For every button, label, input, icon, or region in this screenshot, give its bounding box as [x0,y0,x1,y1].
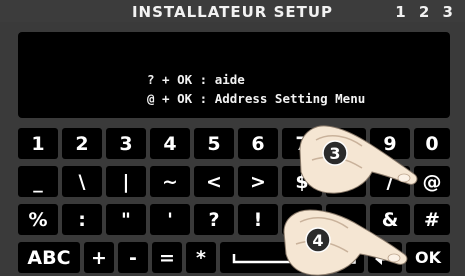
key-5[interactable]: 5 [194,128,234,159]
key-exclamation[interactable]: ! [238,204,278,235]
backspace-icon [341,250,359,266]
key-less-than[interactable]: < [194,166,234,197]
key-dollar[interactable]: $ [282,166,322,197]
help-line-aide: ? + OK : aide [147,72,245,87]
key-1[interactable]: 1 [18,128,58,159]
key-apostrophe[interactable]: ' [150,204,190,235]
key-7[interactable]: 7 [282,128,322,159]
key-double-quote[interactable]: " [106,204,146,235]
key-slash[interactable]: / [370,166,410,197]
key-at[interactable]: @ [414,166,450,197]
key-underscore[interactable]: _ [18,166,58,197]
ok-button[interactable]: OK [406,242,450,273]
backspace-key[interactable] [336,242,364,273]
title-bar: INSTALLATEUR SETUP 1 2 3 [0,0,465,22]
key-4[interactable]: 4 [150,128,190,159]
key-hidden-row2[interactable] [326,166,366,197]
key-backslash[interactable]: \ [62,166,102,197]
key-ampersand[interactable]: & [370,204,410,235]
key-2[interactable]: 2 [62,128,102,159]
space-key[interactable] [220,242,332,273]
key-percent[interactable]: % [18,204,58,235]
key-hidden-row3-b[interactable] [326,204,366,235]
key-equals[interactable]: = [152,242,182,273]
key-tilde[interactable]: ~ [150,166,190,197]
key-6[interactable]: 6 [238,128,278,159]
key-greater-than[interactable]: > [238,166,278,197]
key-colon[interactable]: : [62,204,102,235]
key-0[interactable]: 0 [414,128,450,159]
key-8[interactable]: 8 [326,128,366,159]
page-indicator: 1 2 3 [395,3,457,21]
key-star[interactable]: * [186,242,216,273]
key-hash[interactable]: # [414,204,450,235]
key-minus[interactable]: - [118,242,148,273]
help-line-address: @ + OK : Address Setting Menu [147,91,366,106]
key-3[interactable]: 3 [106,128,146,159]
key-9[interactable]: 9 [370,128,410,159]
space-icon [231,251,321,265]
abc-button[interactable]: ABC [18,242,80,273]
key-question[interactable]: ? [194,204,234,235]
enter-icon [373,249,397,267]
enter-key[interactable] [368,242,402,273]
key-plus[interactable]: + [84,242,114,273]
key-pipe[interactable]: | [106,166,146,197]
key-hidden-row3-a[interactable] [282,204,322,235]
